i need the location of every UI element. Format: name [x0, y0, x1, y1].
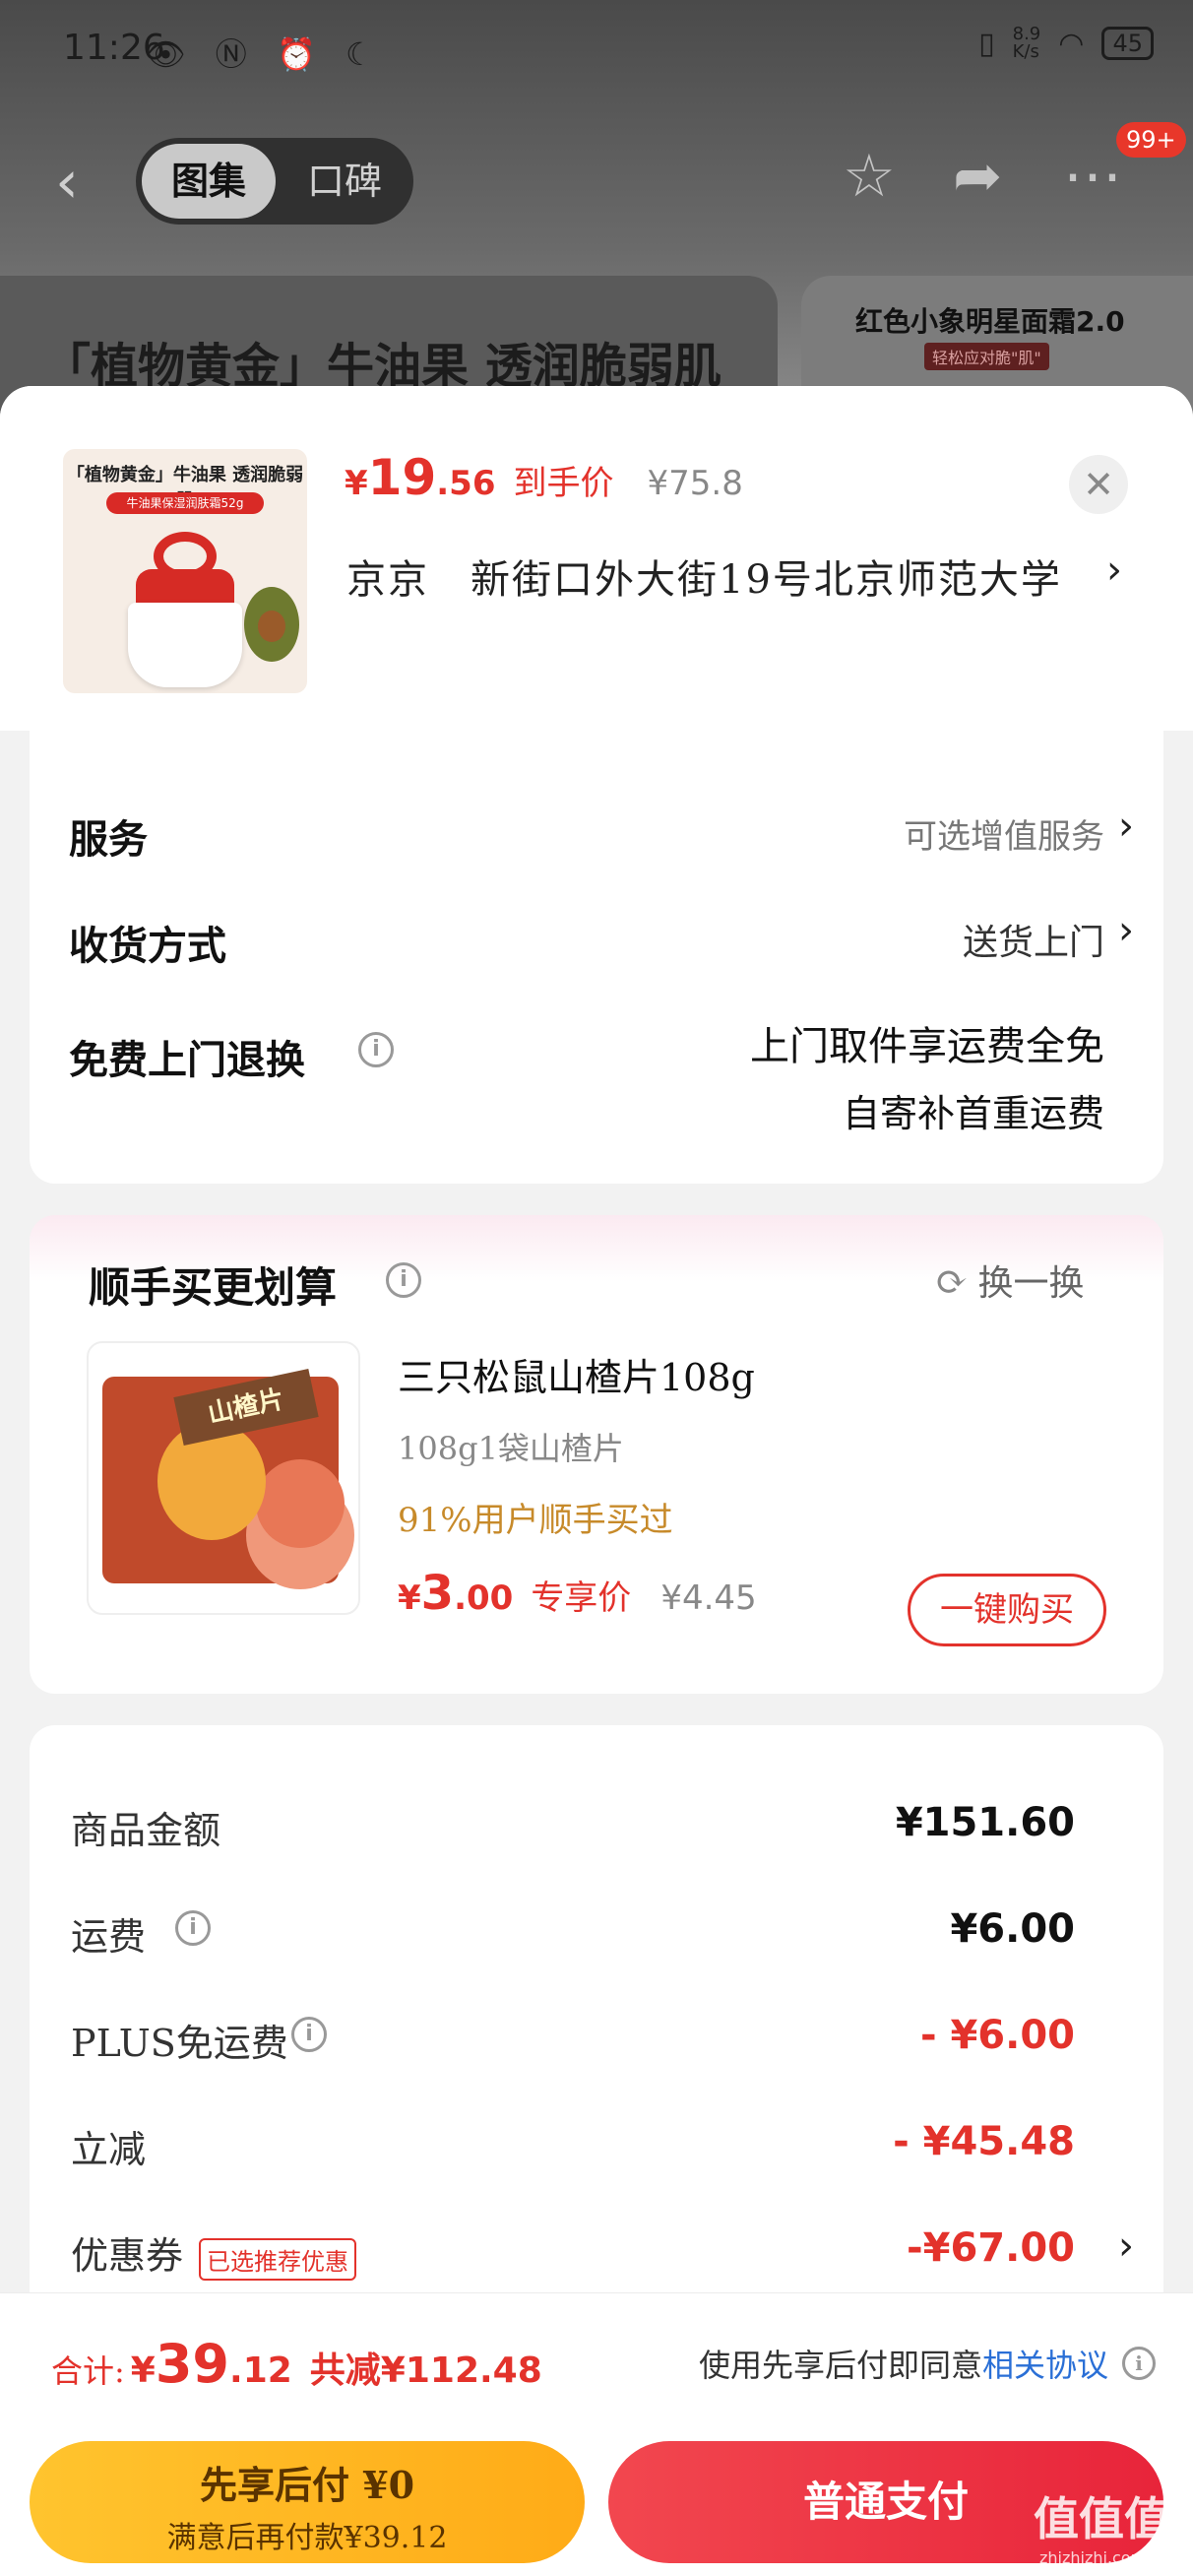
- avocado-image: [244, 587, 299, 662]
- info-icon[interactable]: i: [386, 1262, 421, 1298]
- thumb-sub: 牛油果保湿润肤霜52g: [106, 492, 264, 514]
- upsell-price-row: ¥3.00 专享价 ¥4.45: [398, 1566, 757, 1621]
- service-value[interactable]: 可选增值服务: [904, 809, 1104, 858]
- upsell-original-price: ¥4.45: [660, 1578, 757, 1618]
- instant-discount-value: - ¥45.48: [893, 2119, 1075, 2164]
- more-icon[interactable]: ⋯: [1063, 142, 1122, 211]
- service-card: 服务 可选增值服务 › 收货方式 送货上门 › 免费上门退换 i 上门取件享运费…: [30, 731, 1163, 1184]
- info-icon[interactable]: i: [1122, 2347, 1156, 2380]
- jar-body: [128, 603, 242, 687]
- price-summary-card: 商品金额 ¥151.60 运费 i ¥6.00 PLUS免运费 i - ¥6.0…: [30, 1725, 1163, 2316]
- tab-gallery[interactable]: 图集: [142, 144, 276, 219]
- free-return-line2: 自寄补首重运费: [842, 1092, 1104, 1135]
- coupon-label: 优惠券 已选推荐优惠: [71, 2225, 357, 2281]
- watermark-logo: 值值值: [1034, 2492, 1169, 2545]
- info-icon[interactable]: i: [291, 2017, 327, 2052]
- plus-free-freight-value: - ¥6.00: [919, 2013, 1075, 2058]
- agreement-link[interactable]: 相关协议: [982, 2341, 1108, 2386]
- squirrel-mascot: [157, 1422, 266, 1540]
- message-badge: 99+: [1116, 122, 1186, 158]
- tab-reviews[interactable]: 口碑: [282, 144, 408, 219]
- upsell-title: 顺手买更划算: [89, 1263, 338, 1312]
- upsell-product-image[interactable]: 山楂片: [87, 1341, 360, 1615]
- refresh-icon: ⟳: [935, 1259, 969, 1305]
- delivery-method-value[interactable]: 送货上门: [963, 914, 1104, 965]
- chevron-right-icon[interactable]: ›: [1118, 804, 1134, 849]
- info-icon[interactable]: i: [358, 1032, 394, 1067]
- product-price: ¥19.56: [345, 449, 496, 506]
- agreement-text: 使用先享后付即同意 相关协议 i: [699, 2341, 1156, 2386]
- freight-value: ¥6.00: [950, 1906, 1075, 1952]
- product-thumbnail: 「植物黄金」牛油果 透润脆弱肌 牛油果保湿润肤霜52g: [63, 449, 307, 693]
- upsell-card: 顺手买更划算 i ⟳ 换一换 山楂片 三只松鼠山楂片108g 108g1袋山楂片 …: [30, 1215, 1163, 1694]
- upsell-product-spec: 108g1袋山楂片: [398, 1430, 624, 1467]
- status-icons: 👁 Ⓝ ⏰ ☾: [146, 35, 384, 73]
- total-amount: 39: [155, 2333, 230, 2395]
- delivery-method-label: 收货方式: [69, 923, 226, 969]
- refresh-button[interactable]: ⟳ 换一换: [935, 1255, 1085, 1306]
- ad-card-sub: 轻松应对脆"肌": [924, 343, 1049, 370]
- coupon-value[interactable]: -¥67.00: [907, 2225, 1075, 2271]
- share-icon[interactable]: ➦: [953, 142, 1002, 211]
- checkout-bar: 合计: ¥39.12 共减¥112.48 使用先享后付即同意 相关协议 i 先享后…: [0, 2292, 1193, 2576]
- instant-discount-label: 立减: [71, 2128, 147, 2171]
- chevron-right-icon[interactable]: ›: [1106, 547, 1122, 593]
- vibrate-icon: ▯: [978, 26, 995, 61]
- status-right: ▯ 8.9 K/s ◠ 45: [978, 26, 1154, 61]
- price-label: 到手价: [513, 464, 614, 503]
- net-speed: 8.9 K/s: [1012, 24, 1041, 62]
- goods-amount-label: 商品金额: [71, 1809, 221, 1852]
- upsell-price-label: 专享价: [531, 1578, 632, 1618]
- pay-later-button[interactable]: 先享后付 ¥0 满意后再付款¥39.12: [30, 2441, 585, 2563]
- wifi-icon: ◠: [1058, 26, 1085, 61]
- product-price-row: ¥19.56 到手价 ¥75.8: [345, 449, 743, 506]
- coupon-tag: 已选推荐优惠: [199, 2238, 357, 2281]
- star-icon[interactable]: ☆: [843, 142, 896, 211]
- back-icon[interactable]: ‹: [55, 148, 79, 217]
- hawthorn-slice: [256, 1459, 345, 1548]
- original-price: ¥75.8: [647, 464, 743, 503]
- watermark-url: zhizhizhi.com: [1039, 2548, 1147, 2567]
- upsell-popularity: 91%用户顺手买过: [398, 1501, 673, 1540]
- chevron-right-icon[interactable]: ›: [1118, 908, 1134, 953]
- free-return-line1: 上门取件享运费全免: [750, 1024, 1104, 1069]
- gallery-reviews-switch: 图集 口碑: [136, 138, 413, 225]
- chevron-right-icon[interactable]: ›: [1118, 2223, 1134, 2269]
- upsell-product-name[interactable]: 三只松鼠山楂片108g: [398, 1347, 755, 1401]
- service-label: 服务: [69, 816, 148, 863]
- free-return-label: 免费上门退换: [69, 1037, 305, 1083]
- close-button[interactable]: ✕: [1069, 455, 1128, 514]
- info-icon[interactable]: i: [175, 1910, 211, 1946]
- freight-label: 运费: [71, 1915, 147, 1959]
- goods-amount-value: ¥151.60: [895, 1800, 1075, 1845]
- ad-card-title: 红色小象明星面霜2.0: [855, 305, 1125, 338]
- total-label: 合计:: [51, 2352, 125, 2390]
- delivery-address[interactable]: 京京 新街口外大街19号北京师范大学: [346, 547, 1062, 605]
- plus-free-freight-label: PLUS免运费: [71, 2022, 288, 2065]
- top-nav: ‹ 图集 口碑 ☆ ➦ ⋯ 99+: [0, 122, 1193, 236]
- total-saved: 共减¥112.48: [309, 2351, 542, 2391]
- status-bar: 11:26 👁 Ⓝ ⏰ ☾ ▯ 8.9 K/s ◠ 45: [0, 0, 1193, 98]
- one-click-buy-button[interactable]: 一键购买: [908, 1574, 1106, 1646]
- battery-icon: 45: [1101, 27, 1154, 60]
- total-row: 合计: ¥39.12 共减¥112.48: [51, 2333, 542, 2395]
